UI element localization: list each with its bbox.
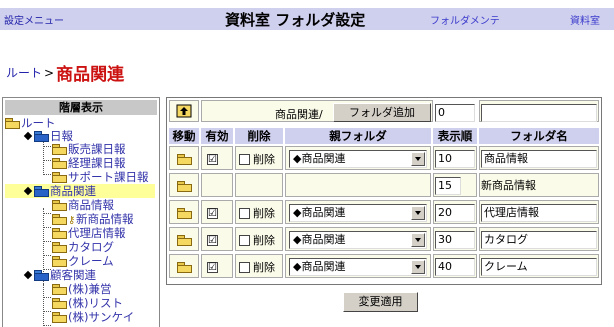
delete-label: 削除 (253, 234, 275, 247)
folder-name-input[interactable]: 代理店情報 (481, 204, 597, 222)
parent-folder-select[interactable]: ◆商品関連 (289, 150, 427, 168)
valid-checkbox[interactable]: ☑ (207, 154, 218, 165)
page-title: 資料室 フォルダ設定 (225, 11, 366, 29)
display-order-input[interactable]: 20 (435, 204, 475, 222)
library-link[interactable]: 資料室 (570, 12, 600, 27)
header-display-order: 表示順 (433, 128, 477, 144)
folder-name-input[interactable]: カタログ (481, 231, 597, 249)
folder-icon (52, 172, 67, 183)
settings-menu-link[interactable]: 設定メニュー (4, 12, 64, 27)
folder-icon (52, 298, 67, 309)
breadcrumb: ルート > 商品関連 (6, 60, 125, 85)
header-valid: 有効 (201, 128, 233, 144)
delete-label: 削除 (253, 261, 275, 274)
header-bar: 設定メニュー 資料室 フォルダ設定 フォルダメンテ 資料室 (0, 8, 614, 30)
tree-node-list[interactable]: (株)リスト (52, 296, 123, 310)
tree-node-agency-info[interactable]: 代理店情報 (52, 226, 126, 240)
tree-node-claim[interactable]: クレーム (52, 254, 114, 268)
tree-heading: 階層表示 (5, 100, 157, 115)
folder-icon (5, 118, 20, 129)
tree-node-product-info[interactable]: 商品情報 (52, 198, 114, 212)
folder-open-icon (34, 270, 49, 281)
tree-node-kenei[interactable]: (株)兼営 (52, 282, 111, 296)
expand-diamond-icon (23, 270, 33, 280)
breadcrumb-root-link[interactable]: ルート (6, 66, 42, 80)
display-order-input[interactable]: 40 (435, 258, 475, 276)
current-path-label: 商品関連/ (275, 108, 323, 121)
folder-name-text: 新商品情報 (481, 179, 536, 192)
delete-label: 削除 (253, 153, 275, 166)
display-order-input[interactable]: 10 (435, 150, 475, 168)
tree-node-accounting-report[interactable]: 経理課日報 (52, 156, 126, 170)
parent-folder-select[interactable]: ◆商品関連 (289, 258, 427, 276)
key-icon: ⚷ (68, 215, 76, 226)
move-folder-icon[interactable] (177, 262, 192, 273)
folder-name-input[interactable]: 商品情報 (481, 150, 597, 168)
valid-checkbox[interactable]: ☑ (207, 208, 218, 219)
display-order-input[interactable]: 30 (435, 231, 475, 249)
header-folder-name: フォルダ名 (479, 128, 599, 144)
tree-node-root[interactable]: ルート (5, 116, 56, 130)
chevron-down-icon[interactable] (411, 152, 425, 166)
chevron-down-icon[interactable] (411, 206, 425, 220)
breadcrumb-current: 商品関連 (56, 65, 125, 85)
folder-icon (52, 200, 67, 211)
folder-open-icon (34, 131, 49, 142)
move-folder-icon[interactable] (177, 154, 192, 165)
breadcrumb-separator: > (44, 65, 55, 80)
tree-node-support-report[interactable]: サポート課日報 (52, 170, 149, 184)
header-move: 移動 (169, 128, 199, 144)
display-order-input[interactable]: 15 (435, 177, 461, 195)
folder-icon (52, 228, 67, 239)
folder-icon (52, 158, 67, 169)
folder-tree-panel: 階層表示 ルート 日報 販売課日報 経理課日報 サポート課日報 商品関連 商品情… (2, 97, 160, 327)
parent-folder-select[interactable]: ◆商品関連 (289, 231, 427, 249)
tree-node-sankei[interactable]: (株)サンケイ (52, 310, 134, 324)
tree-node-sales-report[interactable]: 販売課日報 (52, 142, 126, 156)
folder-icon (52, 144, 67, 155)
chevron-down-icon[interactable] (411, 233, 425, 247)
folder-open-icon (34, 186, 49, 197)
delete-checkbox[interactable] (239, 154, 250, 165)
header-delete: 削除 (235, 128, 283, 144)
folder-maintenance-link[interactable]: フォルダメンテ (430, 12, 500, 27)
delete-label: 削除 (253, 207, 275, 220)
move-folder-icon[interactable] (177, 181, 192, 192)
folder-name-input[interactable]: クレーム (481, 258, 597, 276)
add-folder-button[interactable]: フォルダ追加 (333, 103, 431, 122)
valid-checkbox[interactable]: ☑ (207, 235, 218, 246)
tree-node-products[interactable]: 商品関連 (5, 184, 155, 198)
parent-folder-select[interactable]: ◆商品関連 (289, 204, 427, 222)
tree-node-new-product-info[interactable]: ⚷新商品情報 (52, 212, 134, 226)
folder-icon (52, 312, 67, 323)
tree-node-customers[interactable]: 顧客関連 (23, 268, 96, 282)
valid-checkbox[interactable]: ☑ (207, 262, 218, 273)
move-folder-icon[interactable] (177, 235, 192, 246)
tree-node-nippo[interactable]: 日報 (23, 129, 73, 143)
expand-diamond-icon (23, 186, 33, 196)
delete-checkbox[interactable] (239, 262, 250, 273)
folder-icon (52, 242, 67, 253)
delete-checkbox[interactable] (239, 208, 250, 219)
folder-icon (52, 214, 67, 225)
parent-folder-up-icon[interactable] (176, 104, 192, 118)
folder-icon (52, 256, 67, 267)
header-parent-folder: 親フォルダ (285, 128, 431, 144)
tree-node-catalog[interactable]: カタログ (52, 240, 114, 254)
folder-icon (52, 284, 67, 295)
move-folder-icon[interactable] (177, 208, 192, 219)
new-folder-name-input[interactable] (481, 104, 597, 122)
apply-changes-button[interactable]: 変更適用 (343, 292, 418, 312)
new-folder-order-input[interactable]: 0 (435, 104, 475, 122)
chevron-down-icon[interactable] (411, 260, 425, 274)
folder-settings-table: 商品関連/ フォルダ追加 0 移動 有効 削除 親フォルダ 表示順 フォルダ名 … (166, 97, 602, 285)
delete-checkbox[interactable] (239, 235, 250, 246)
expand-diamond-icon (23, 131, 33, 141)
